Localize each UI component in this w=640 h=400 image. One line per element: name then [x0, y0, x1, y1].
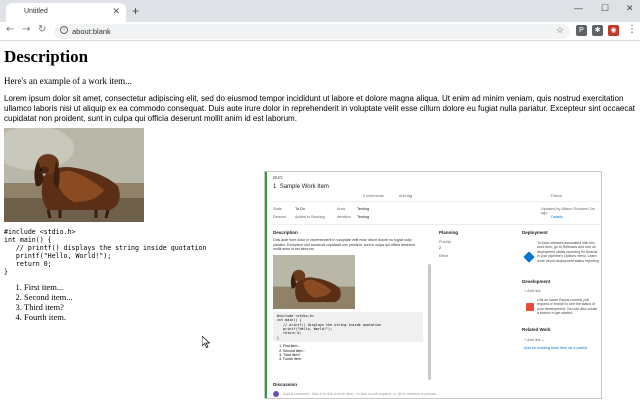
work-item-accent: [265, 172, 267, 399]
info-icon[interactable]: i: [60, 26, 68, 34]
add-link-button: + Add link: [524, 289, 541, 293]
planning-header: Planning: [439, 230, 458, 235]
work-item-id: 1: [273, 184, 276, 190]
state-value: To Do: [295, 207, 305, 211]
list-item: Fourth item.: [283, 357, 427, 361]
related-work-header: Related Work: [522, 327, 551, 332]
puzzle-icon[interactable]: ✱: [592, 25, 603, 36]
iteration-label: Iteration: [337, 215, 351, 219]
add-tag-button: Add tag: [399, 194, 412, 198]
area-value: Testing: [357, 207, 369, 211]
description-dog-photo: [273, 255, 355, 309]
list-item: Second item...: [24, 292, 73, 302]
development-icon: [526, 303, 534, 311]
iteration-value: Testing: [357, 215, 369, 219]
development-text: Link an Azure Repos commit, pull request…: [537, 298, 599, 320]
forward-button[interactable]: →: [22, 24, 30, 35]
tab-title: Untitled: [24, 8, 48, 15]
state-label: State: [273, 207, 282, 211]
description-scrollbar: [428, 264, 431, 380]
avatar: [273, 391, 279, 397]
area-label: Area: [337, 207, 345, 211]
item-list: First item... Second item... Third item?…: [24, 282, 73, 322]
work-item-screenshot: BUG 1 Sample Work Item 0 comments Add ta…: [264, 171, 602, 399]
reload-button[interactable]: ↻: [38, 24, 46, 35]
mouse-cursor-icon: [202, 336, 210, 348]
deployment-text: To track releases associated with this w…: [537, 241, 599, 275]
description-code: #include <stdio.h> int main() { // print…: [273, 312, 423, 342]
window-close-button[interactable]: ✕: [626, 3, 634, 14]
discussion-placeholder: Add a comment. Use # to link a work item…: [283, 392, 437, 396]
updated-text: Updated by Allison Schubert 2m ago: [541, 207, 601, 215]
related-work-text: Add an existing work item as a parent: [524, 346, 587, 350]
tab-close-icon[interactable]: ✕: [112, 6, 120, 17]
lorem-paragraph: Lorem ipsum dolor sit amet, consectetur …: [4, 94, 636, 124]
extension-p-icon[interactable]: P: [576, 25, 587, 36]
details-tab: Details: [551, 215, 563, 219]
list-item: Fourth item.: [24, 312, 73, 322]
minimize-button[interactable]: —: [574, 3, 583, 13]
priority-label: Priority: [439, 240, 451, 244]
deployment-icon: [523, 251, 534, 262]
maximize-button[interactable]: ☐: [601, 3, 609, 14]
description-header: Description: [273, 230, 298, 235]
address-text: about:blank: [72, 27, 111, 36]
description-pane: Duis aute irure dolor in reprehenderit i…: [273, 238, 427, 378]
star-icon[interactable]: ☆: [556, 25, 564, 36]
reason-value: Added to Backlog: [295, 215, 325, 219]
effort-label: Effort: [439, 254, 448, 258]
priority-value: 2: [439, 246, 441, 250]
list-item: First item...: [24, 282, 73, 292]
discussion-input: Add a comment. Use # to link a work item…: [273, 390, 427, 398]
work-item-fields: State To Do Reason Added to Backlog Area…: [271, 205, 601, 225]
back-button[interactable]: ←: [6, 24, 14, 35]
work-item-toolbar: 0 comments Add tag Follow: [271, 193, 601, 202]
browser-toolbar: ← → ↻ i about:blank ☆ P ✱ ◉ ⋮: [0, 22, 640, 41]
description-text: Duis aute irure dolor in reprehenderit i…: [273, 238, 423, 252]
discussion-header: Discussion: [273, 382, 297, 387]
development-header: Development: [522, 279, 550, 284]
list-item: Third item?: [24, 302, 73, 312]
work-item-title-text: Sample Work Item: [280, 184, 329, 190]
address-bar[interactable]: i about:blank ☆: [54, 24, 570, 39]
follow-button: Follow: [551, 194, 562, 198]
new-tab-button[interactable]: +: [132, 4, 139, 18]
reason-label: Reason: [273, 215, 286, 219]
intro-text: Here's an example of a work item...: [4, 76, 636, 86]
code-block: #include <stdio.h> int main() { // print…: [4, 228, 206, 276]
tab-strip: Untitled ✕ + — ☐ ✕: [0, 0, 640, 22]
dog-photo: [4, 128, 144, 222]
extension-red-icon[interactable]: ◉: [608, 25, 619, 36]
menu-icon[interactable]: ⋮: [627, 24, 637, 35]
page-heading: Description: [4, 47, 636, 67]
comments-count: 0 comments: [363, 194, 384, 198]
add-related-link-button: + Add link ⌄: [524, 337, 545, 342]
description-list: First item... Second item... Third item?…: [273, 344, 427, 362]
browser-tab[interactable]: Untitled ✕: [6, 3, 126, 22]
work-item-title: 1 Sample Work Item: [273, 184, 329, 190]
work-item-type: BUG: [273, 175, 283, 180]
deployment-header: Deployment: [522, 230, 548, 235]
